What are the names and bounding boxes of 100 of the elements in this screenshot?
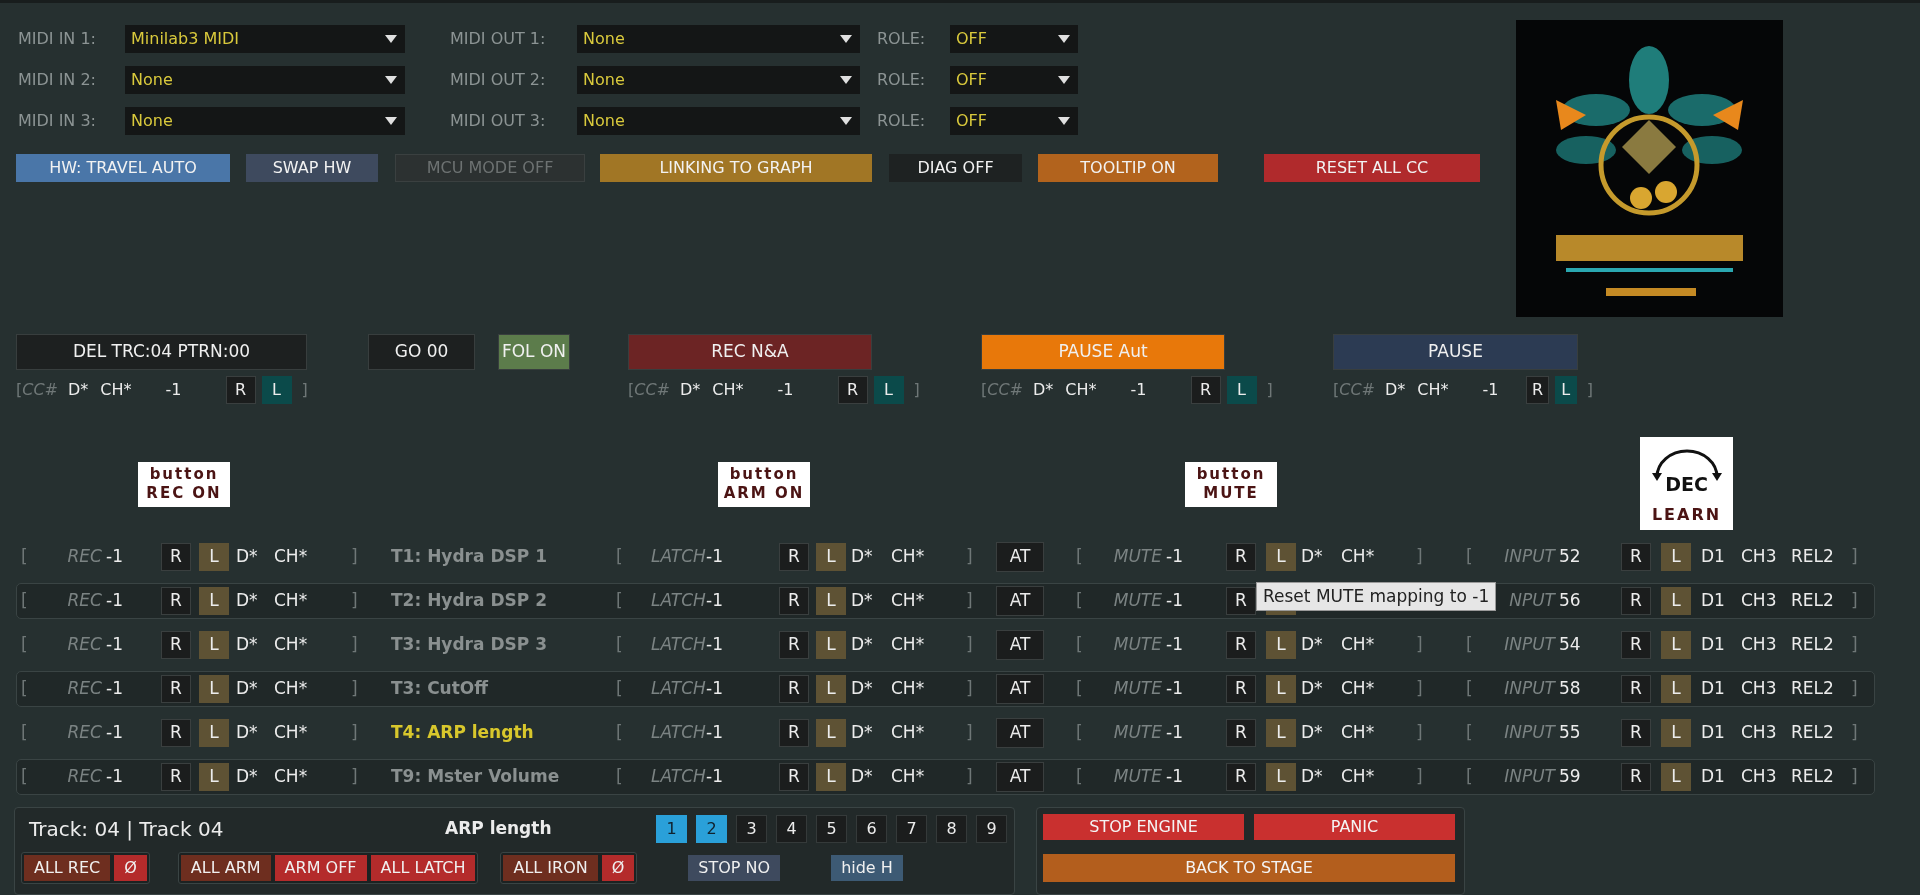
action-button[interactable]: STOP NO xyxy=(688,855,781,881)
page-button[interactable]: 8 xyxy=(936,815,967,843)
learn-button[interactable]: L xyxy=(1266,719,1296,747)
reset-button[interactable]: R xyxy=(225,376,256,404)
aftertouch-button[interactable]: AT xyxy=(996,674,1044,704)
learn-button[interactable]: L xyxy=(1661,587,1691,615)
action-button[interactable]: BACK TO STAGE xyxy=(1043,854,1455,882)
reset-button[interactable]: R xyxy=(1621,543,1651,571)
reset-button[interactable]: R xyxy=(1226,675,1256,703)
learn-button[interactable]: L xyxy=(816,763,846,791)
reset-button[interactable]: R xyxy=(1226,587,1256,615)
reset-button[interactable]: R xyxy=(161,719,191,747)
aftertouch-button[interactable]: AT xyxy=(996,630,1044,660)
page-button[interactable]: 3 xyxy=(736,815,767,843)
action-button[interactable]: PANIC xyxy=(1254,814,1455,840)
learn-button[interactable]: L xyxy=(199,543,229,571)
reset-button[interactable]: R xyxy=(1621,587,1651,615)
reset-button[interactable]: R xyxy=(1190,376,1221,404)
dropdown[interactable]: None xyxy=(577,66,860,94)
dropdown[interactable]: None xyxy=(577,25,860,53)
aftertouch-button[interactable]: AT xyxy=(996,762,1044,792)
dropdown[interactable]: OFF xyxy=(950,66,1078,94)
action-button[interactable]: STOP ENGINE xyxy=(1043,814,1244,840)
toggle-button[interactable]: SWAP HW xyxy=(246,154,378,182)
learn-button[interactable]: L xyxy=(1661,675,1691,703)
learn-button[interactable]: L xyxy=(816,543,846,571)
reset-button[interactable]: R xyxy=(1226,543,1256,571)
reset-button[interactable]: R xyxy=(1621,631,1651,659)
learn-button[interactable]: L xyxy=(199,675,229,703)
action-button[interactable]: hide H xyxy=(831,855,903,881)
action-button[interactable]: ALL REC xyxy=(24,855,111,881)
aftertouch-button[interactable]: AT xyxy=(996,718,1044,748)
toggle-button[interactable]: HW: TRAVEL AUTO xyxy=(16,154,230,182)
reset-button[interactable]: R xyxy=(1621,763,1651,791)
learn-button[interactable]: L xyxy=(873,376,904,404)
reset-button[interactable]: R xyxy=(779,675,809,703)
transport-button[interactable]: GO 00 xyxy=(368,334,475,370)
transport-button[interactable]: FOL ON xyxy=(498,334,570,370)
reset-button[interactable]: R xyxy=(779,719,809,747)
learn-button[interactable]: L xyxy=(816,587,846,615)
reset-button[interactable]: R xyxy=(837,376,868,404)
learn-button[interactable]: L xyxy=(1661,719,1691,747)
action-button[interactable]: Ø xyxy=(601,855,635,881)
reset-button[interactable]: R xyxy=(779,543,809,571)
reset-button[interactable]: R xyxy=(779,587,809,615)
learn-button[interactable]: L xyxy=(1661,763,1691,791)
page-button[interactable]: 6 xyxy=(856,815,887,843)
aftertouch-button[interactable]: AT xyxy=(996,542,1044,572)
learn-button[interactable]: L xyxy=(1266,543,1296,571)
learn-button[interactable]: L xyxy=(199,719,229,747)
learn-button[interactable]: L xyxy=(1266,763,1296,791)
learn-button[interactable]: L xyxy=(816,719,846,747)
action-button[interactable]: Ø xyxy=(114,855,147,881)
transport-button[interactable]: REC N&A xyxy=(628,334,872,370)
reset-button[interactable]: R xyxy=(779,631,809,659)
toggle-button[interactable]: RESET ALL CC xyxy=(1264,154,1480,182)
dropdown[interactable]: OFF xyxy=(950,107,1078,135)
learn-button[interactable]: L xyxy=(816,631,846,659)
action-button[interactable]: ALL ARM xyxy=(180,855,271,881)
reset-button[interactable]: R xyxy=(1226,631,1256,659)
action-button[interactable]: ARM OFF xyxy=(274,855,367,881)
page-button[interactable]: 7 xyxy=(896,815,927,843)
page-button[interactable]: 1 xyxy=(656,815,687,843)
reset-button[interactable]: R xyxy=(1621,719,1651,747)
transport-button[interactable]: DEL TRC:04 PTRN:00 xyxy=(16,334,307,370)
toggle-button[interactable]: DIAG OFF xyxy=(889,154,1022,182)
learn-button[interactable]: L xyxy=(199,631,229,659)
learn-button[interactable]: L xyxy=(199,587,229,615)
learn-button[interactable]: L xyxy=(1661,543,1691,571)
toggle-button[interactable]: LINKING TO GRAPH xyxy=(600,154,872,182)
reset-button[interactable]: R xyxy=(779,763,809,791)
dropdown[interactable]: None xyxy=(125,66,405,94)
reset-button[interactable]: R xyxy=(161,543,191,571)
reset-button[interactable]: R xyxy=(1226,763,1256,791)
learn-button[interactable]: L xyxy=(1554,376,1577,404)
reset-button[interactable]: R xyxy=(1621,675,1651,703)
page-button[interactable]: 9 xyxy=(976,815,1007,843)
dropdown[interactable]: None xyxy=(125,107,405,135)
learn-button[interactable]: L xyxy=(1661,631,1691,659)
reset-button[interactable]: R xyxy=(1226,719,1256,747)
reset-button[interactable]: R xyxy=(161,675,191,703)
learn-button[interactable]: L xyxy=(1226,376,1257,404)
dropdown[interactable]: None xyxy=(577,107,860,135)
dropdown[interactable]: OFF xyxy=(950,25,1078,53)
page-button[interactable]: 5 xyxy=(816,815,847,843)
reset-button[interactable]: R xyxy=(161,587,191,615)
reset-button[interactable]: R xyxy=(161,631,191,659)
transport-button[interactable]: PAUSE xyxy=(1333,334,1578,370)
toggle-button[interactable]: TOOLTIP ON xyxy=(1038,154,1218,182)
action-button[interactable]: ALL IRON xyxy=(503,855,598,881)
page-button[interactable]: 4 xyxy=(776,815,807,843)
aftertouch-button[interactable]: AT xyxy=(996,586,1044,616)
reset-button[interactable]: R xyxy=(161,763,191,791)
learn-button[interactable]: L xyxy=(199,763,229,791)
dropdown[interactable]: Minilab3 MIDI xyxy=(125,25,405,53)
learn-button[interactable]: L xyxy=(261,376,292,404)
action-button[interactable]: ALL LATCH xyxy=(370,855,476,881)
learn-button[interactable]: L xyxy=(1266,675,1296,703)
learn-button[interactable]: L xyxy=(1266,631,1296,659)
reset-button[interactable]: R xyxy=(1526,376,1549,404)
